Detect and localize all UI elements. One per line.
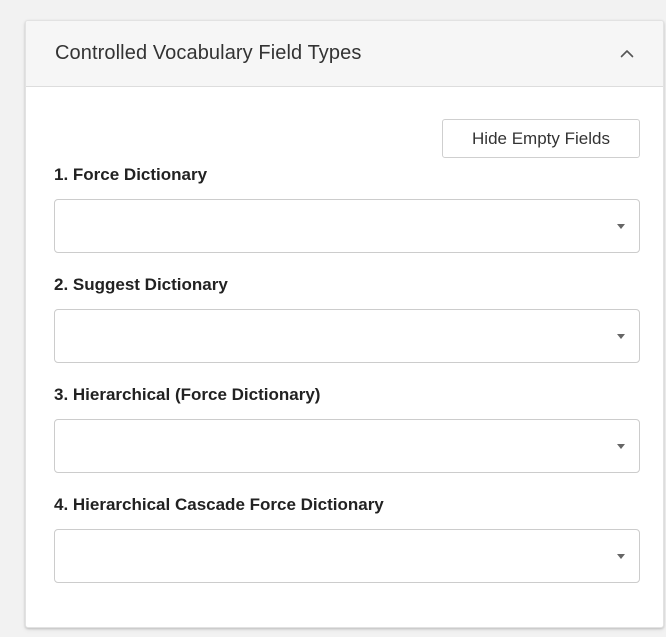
- panel-title: Controlled Vocabulary Field Types: [55, 42, 362, 64]
- caret-down-icon: [617, 444, 625, 449]
- suggest-dictionary-select[interactable]: [54, 309, 640, 363]
- chevron-up-icon[interactable]: [615, 42, 639, 66]
- field-label-force-dictionary: 1. Force Dictionary: [54, 165, 208, 184]
- caret-down-icon: [617, 554, 625, 559]
- force-dictionary-select[interactable]: [54, 199, 640, 253]
- page: Controlled Vocabulary Field Types Hide E…: [0, 0, 666, 637]
- caret-down-icon: [617, 224, 625, 229]
- field-label-suggest-dictionary: 2. Suggest Dictionary: [54, 275, 228, 294]
- panel-header[interactable]: Controlled Vocabulary Field Types: [26, 21, 663, 87]
- hide-empty-fields-button[interactable]: Hide Empty Fields: [442, 119, 640, 158]
- field-label-hierarchical-force-dictionary: 3. Hierarchical (Force Dictionary): [54, 385, 321, 404]
- caret-down-icon: [617, 334, 625, 339]
- hierarchical-cascade-force-dictionary-select[interactable]: [54, 529, 640, 583]
- controlled-vocabulary-panel: Controlled Vocabulary Field Types Hide E…: [25, 20, 664, 628]
- hierarchical-force-dictionary-select[interactable]: [54, 419, 640, 473]
- field-label-hierarchical-cascade-force-dictionary: 4. Hierarchical Cascade Force Dictionary: [54, 495, 384, 514]
